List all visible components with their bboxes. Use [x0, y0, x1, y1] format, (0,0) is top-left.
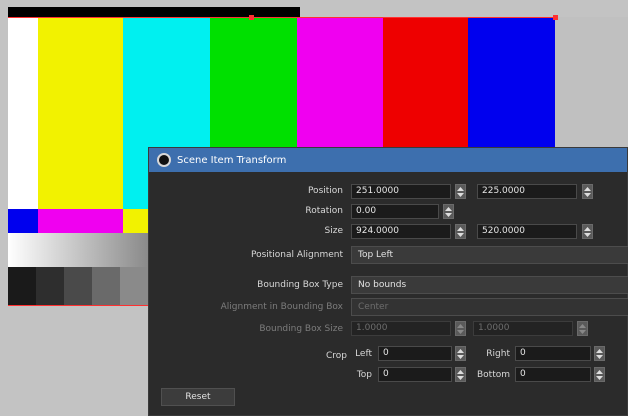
crop-left-label: Left: [355, 349, 372, 359]
crop-right-label: Right: [486, 349, 510, 359]
scene-item-transform-dialog: Scene Item Transform Position 251.0000 2…: [148, 147, 628, 416]
rotation-label: Rotation: [305, 206, 343, 216]
selection-handle-top-mid[interactable]: [249, 15, 254, 20]
bar-white: [8, 17, 38, 209]
bar-yellow: [38, 17, 123, 209]
alignment-in-bounding-box-label: Alignment in Bounding Box: [220, 302, 343, 312]
spin-arrows-icon: [584, 226, 591, 237]
spin-arrows-icon: [596, 369, 603, 380]
crop-left-spinner[interactable]: [455, 346, 466, 361]
position-y-spinner[interactable]: [582, 184, 593, 199]
gray-step-5: [120, 267, 148, 305]
spin-arrows-icon: [584, 186, 591, 197]
crop-label: Crop: [325, 351, 347, 361]
size-label: Size: [324, 226, 343, 236]
spin-arrows-icon: [457, 323, 464, 334]
bounding-box-type-label: Bounding Box Type: [257, 280, 343, 290]
crop-bottom-input[interactable]: 0: [515, 367, 591, 382]
size-height-input[interactable]: 520.0000: [477, 224, 577, 239]
size-width-input[interactable]: 924.0000: [351, 224, 451, 239]
rotation-spinner[interactable]: [443, 204, 454, 219]
spin-arrows-icon: [457, 226, 464, 237]
bounding-box-width-spinner[interactable]: [455, 321, 466, 336]
strip-yellow: [123, 209, 148, 233]
bounding-box-size-label: Bounding Box Size: [259, 324, 343, 334]
selection-outline-bottom: [8, 305, 148, 306]
bounding-box-width-input[interactable]: 1.0000: [351, 321, 451, 336]
bounding-box-type-select[interactable]: No bounds: [351, 276, 628, 294]
bounding-box-height-input[interactable]: 1.0000: [473, 321, 573, 336]
gradient-strip: [8, 233, 148, 267]
spin-arrows-icon: [457, 369, 464, 380]
reset-button[interactable]: Reset: [161, 388, 235, 406]
strip-blue: [8, 209, 38, 233]
position-x-spinner[interactable]: [455, 184, 466, 199]
position-y-input[interactable]: 225.0000: [477, 184, 577, 199]
alignment-in-bounding-box-select[interactable]: Center: [351, 298, 628, 316]
rotation-input[interactable]: 0.00: [351, 204, 439, 219]
crop-top-label: Top: [356, 370, 372, 380]
bounding-box-height-spinner[interactable]: [577, 321, 588, 336]
gray-step-1: [8, 267, 36, 305]
crop-bottom-label: Bottom: [476, 370, 510, 380]
crop-left-input[interactable]: 0: [378, 346, 452, 361]
crop-top-spinner[interactable]: [455, 367, 466, 382]
size-width-spinner[interactable]: [455, 224, 466, 239]
spin-arrows-icon: [457, 186, 464, 197]
selection-handle-top-right[interactable]: [553, 15, 558, 20]
size-height-spinner[interactable]: [582, 224, 593, 239]
positional-alignment-label: Positional Alignment: [250, 250, 343, 260]
spin-arrows-icon: [596, 348, 603, 359]
crop-right-input[interactable]: 0: [515, 346, 591, 361]
positional-alignment-select[interactable]: Top Left: [351, 246, 628, 264]
spin-arrows-icon: [457, 348, 464, 359]
dialog-title: Scene Item Transform: [177, 154, 287, 166]
gray-step-2: [36, 267, 64, 305]
strip-magenta: [38, 209, 123, 233]
crop-bottom-spinner[interactable]: [594, 367, 605, 382]
position-label: Position: [307, 186, 343, 196]
spin-arrows-icon: [579, 323, 586, 334]
spin-arrows-icon: [445, 206, 452, 217]
gray-step-4: [92, 267, 120, 305]
gray-step-3: [64, 267, 92, 305]
crop-right-spinner[interactable]: [594, 346, 605, 361]
selection-outline-top: [8, 17, 555, 18]
obs-logo-icon: [157, 153, 171, 167]
dialog-titlebar[interactable]: Scene Item Transform: [149, 148, 627, 172]
position-x-input[interactable]: 251.0000: [351, 184, 451, 199]
crop-top-input[interactable]: 0: [378, 367, 452, 382]
top-black-strip: [8, 7, 300, 17]
